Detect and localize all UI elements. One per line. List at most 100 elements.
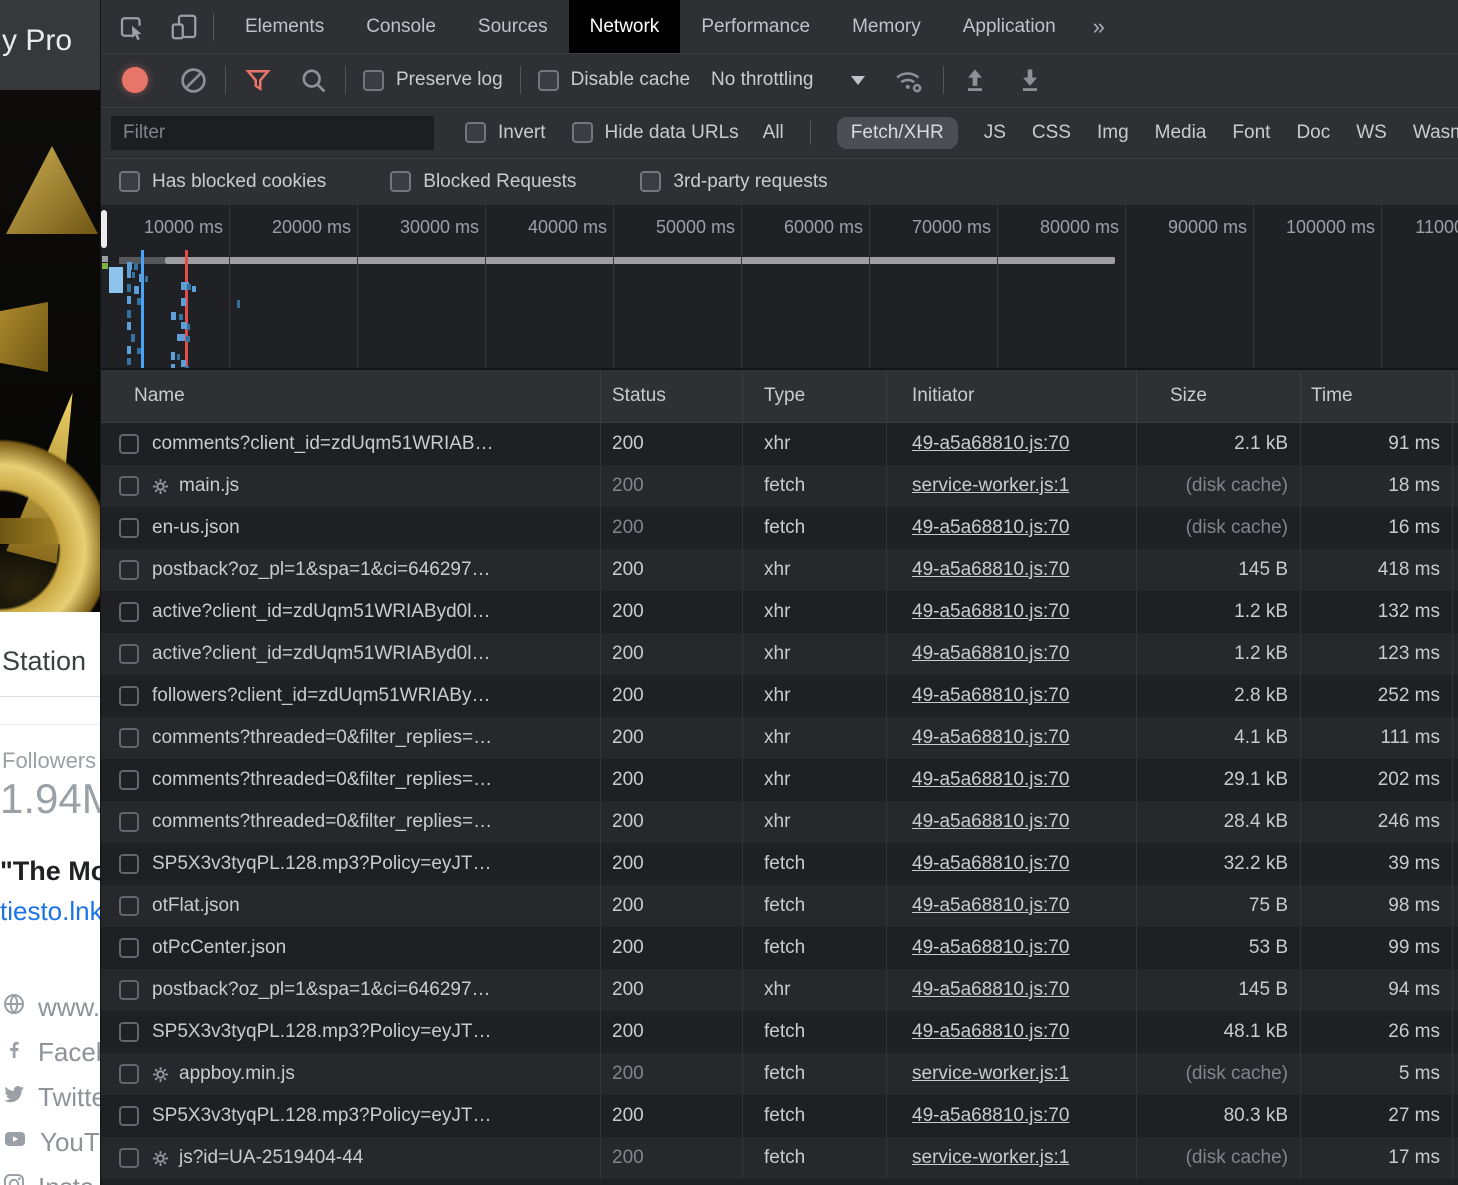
filter-category-wasm[interactable]: Wasm: [1413, 122, 1458, 144]
table-row[interactable]: comments?threaded=0&filter_replies=… 200…: [101, 759, 1458, 801]
table-row[interactable]: SP5X3v3tyqPL.128.mp3?Policy=eyJT… 200 fe…: [101, 1011, 1458, 1053]
table-row[interactable]: comments?client_id=zdUqm51WRIAB… 200 xhr…: [101, 423, 1458, 465]
tab-application[interactable]: Application: [942, 0, 1077, 53]
social-link[interactable]: www.: [0, 985, 100, 1030]
table-row[interactable]: active?client_id=zdUqm51WRIAByd0l… 200 x…: [101, 633, 1458, 675]
row-checkbox[interactable]: [119, 980, 139, 1000]
initiator-link[interactable]: 49-a5a68810.js:70: [912, 517, 1069, 539]
row-checkbox[interactable]: [119, 728, 139, 748]
initiator-link[interactable]: 49-a5a68810.js:70: [912, 559, 1069, 581]
column-header-size[interactable]: Size: [1137, 370, 1301, 422]
table-row[interactable]: postback?oz_pl=1&spa=1&ci=646297… 200 xh…: [101, 549, 1458, 591]
initiator-link[interactable]: 49-a5a68810.js:70: [912, 1105, 1069, 1127]
initiator-link[interactable]: 49-a5a68810.js:70: [912, 643, 1069, 665]
device-toolbar-icon[interactable]: [169, 12, 199, 42]
row-checkbox[interactable]: [119, 518, 139, 538]
table-row[interactable]: otPcCenter.json 200 fetch 49-a5a68810.js…: [101, 927, 1458, 969]
filter-category-ws[interactable]: WS: [1356, 122, 1387, 144]
inspect-element-icon[interactable]: [117, 12, 147, 42]
checkbox[interactable]: [119, 171, 140, 192]
row-checkbox[interactable]: [119, 1148, 139, 1168]
import-har-icon[interactable]: [961, 66, 989, 94]
table-row[interactable]: js?id=UA-2519404-44 200 fetch service-wo…: [101, 1137, 1458, 1179]
row-checkbox[interactable]: [119, 896, 139, 916]
initiator-link[interactable]: 49-a5a68810.js:70: [912, 979, 1069, 1001]
tab-console[interactable]: Console: [345, 0, 457, 53]
network-overview[interactable]: 10000 ms20000 ms30000 ms40000 ms50000 ms…: [101, 205, 1458, 370]
table-row[interactable]: comments?threaded=0&filter_replies=… 200…: [101, 801, 1458, 843]
table-row[interactable]: main.js 200 fetch service-worker.js:1 (d…: [101, 465, 1458, 507]
initiator-link[interactable]: 49-a5a68810.js:70: [912, 685, 1069, 707]
initiator-link[interactable]: service-worker.js:1: [912, 1147, 1069, 1169]
initiator-link[interactable]: 49-a5a68810.js:70: [912, 727, 1069, 749]
checkbox[interactable]: [640, 171, 661, 192]
filter-category-img[interactable]: Img: [1097, 122, 1129, 144]
checkbox[interactable]: [390, 171, 411, 192]
initiator-link[interactable]: 49-a5a68810.js:70: [912, 895, 1069, 917]
table-row[interactable]: otFlat.json 200 fetch 49-a5a68810.js:70 …: [101, 885, 1458, 927]
initiator-link[interactable]: 49-a5a68810.js:70: [912, 853, 1069, 875]
filter-category-media[interactable]: Media: [1155, 122, 1207, 144]
more-tabs-button[interactable]: »: [1077, 14, 1123, 40]
row-checkbox[interactable]: [119, 1064, 139, 1084]
filter-icon[interactable]: [243, 65, 273, 95]
social-link[interactable]: Twitte: [0, 1075, 100, 1120]
initiator-link[interactable]: 49-a5a68810.js:70: [912, 1021, 1069, 1043]
filter-category-font[interactable]: Font: [1232, 122, 1270, 144]
initiator-link[interactable]: service-worker.js:1: [912, 475, 1069, 497]
chevron-down-icon[interactable]: [851, 76, 865, 85]
row-checkbox[interactable]: [119, 560, 139, 580]
row-checkbox[interactable]: [119, 476, 139, 496]
export-har-icon[interactable]: [1016, 66, 1044, 94]
filter-category-all[interactable]: All: [763, 122, 784, 144]
preserve-log-checkbox[interactable]: [363, 70, 384, 91]
initiator-link[interactable]: 49-a5a68810.js:70: [912, 601, 1069, 623]
throttling-select[interactable]: No throttling: [711, 69, 813, 91]
search-icon[interactable]: [299, 66, 328, 95]
network-conditions-icon[interactable]: [892, 65, 926, 95]
table-row[interactable]: appboy.min.js 200 fetch service-worker.j…: [101, 1053, 1458, 1095]
table-row[interactable]: SP5X3v3tyqPL.128.mp3?Policy=eyJT… 200 fe…: [101, 843, 1458, 885]
social-link[interactable]: Insta: [0, 1165, 100, 1185]
tab-sources[interactable]: Sources: [457, 0, 569, 53]
hide-data-urls-checkbox[interactable]: [572, 122, 593, 143]
tab-memory[interactable]: Memory: [831, 0, 942, 53]
row-checkbox[interactable]: [119, 812, 139, 832]
filter-category-fetch-xhr[interactable]: Fetch/XHR: [837, 117, 958, 149]
initiator-link[interactable]: 49-a5a68810.js:70: [912, 433, 1069, 455]
disable-cache-checkbox[interactable]: [538, 70, 559, 91]
row-checkbox[interactable]: [119, 854, 139, 874]
row-checkbox[interactable]: [119, 1106, 139, 1126]
social-link[interactable]: Faceb: [0, 1030, 100, 1075]
initiator-link[interactable]: 49-a5a68810.js:70: [912, 937, 1069, 959]
filter-input[interactable]: [111, 116, 434, 150]
table-row[interactable]: postback?oz_pl=1&spa=1&ci=646297… 200 xh…: [101, 969, 1458, 1011]
row-checkbox[interactable]: [119, 644, 139, 664]
initiator-link[interactable]: service-worker.js:1: [912, 1063, 1069, 1085]
column-header-type[interactable]: Type: [743, 370, 887, 422]
row-checkbox[interactable]: [119, 434, 139, 454]
table-row[interactable]: SP5X3v3tyqPL.128.mp3?Policy=eyJT… 200 fe…: [101, 1095, 1458, 1137]
row-checkbox[interactable]: [119, 1022, 139, 1042]
initiator-link[interactable]: 49-a5a68810.js:70: [912, 769, 1069, 791]
initiator-link[interactable]: 49-a5a68810.js:70: [912, 811, 1069, 833]
invert-checkbox[interactable]: [465, 122, 486, 143]
column-header-name[interactable]: Name: [101, 370, 601, 422]
filter-category-css[interactable]: CSS: [1032, 122, 1071, 144]
record-button[interactable]: [122, 67, 148, 93]
table-row[interactable]: followers?client_id=zdUqm51WRIABy… 200 x…: [101, 675, 1458, 717]
table-row[interactable]: comments?threaded=0&filter_replies=… 200…: [101, 717, 1458, 759]
filter-category-js[interactable]: JS: [984, 122, 1006, 144]
tab-elements[interactable]: Elements: [224, 0, 345, 53]
social-link[interactable]: YouTu: [0, 1120, 100, 1165]
row-checkbox[interactable]: [119, 602, 139, 622]
column-header-time[interactable]: Time: [1301, 370, 1453, 422]
row-checkbox[interactable]: [119, 686, 139, 706]
table-row[interactable]: en-us.json 200 fetch 49-a5a68810.js:70 (…: [101, 507, 1458, 549]
tab-network[interactable]: Network: [569, 0, 681, 53]
clear-icon[interactable]: [179, 66, 208, 95]
tab-performance[interactable]: Performance: [680, 0, 831, 53]
row-checkbox[interactable]: [119, 770, 139, 790]
column-header-initiator[interactable]: Initiator: [887, 370, 1137, 422]
column-header-status[interactable]: Status: [601, 370, 743, 422]
